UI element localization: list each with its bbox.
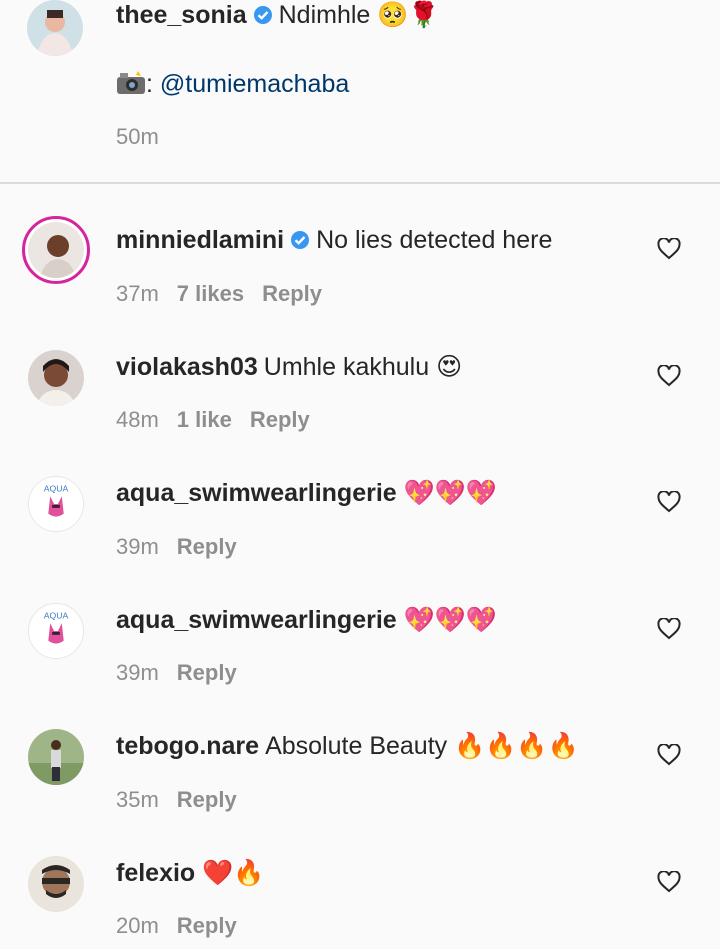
reply-button[interactable]: Reply [262, 281, 322, 306]
comment-username[interactable]: violakash03 [116, 353, 258, 381]
comment-text: Absolute Beauty [265, 732, 448, 760]
mention-link[interactable]: @tumiemachaba [160, 70, 349, 98]
comment-username[interactable]: aqua_swimwearlingerie [116, 606, 397, 634]
caption-meta: 50m [116, 124, 177, 150]
heart-icon[interactable] [657, 871, 681, 893]
comment-emojis: 💖💖💖 [403, 478, 498, 507]
comment-line: aqua_swimwearlingerie 💖💖💖 [116, 605, 497, 635]
camera-flash-icon [117, 71, 145, 94]
heart-icon[interactable] [657, 365, 681, 387]
timestamp: 37m [116, 281, 159, 306]
timestamp: 39m [116, 534, 159, 559]
comment-meta: 37m 7 likes Reply [116, 281, 340, 307]
heart-icon[interactable] [657, 491, 681, 513]
comment-text: Umhle kakhulu [263, 353, 430, 381]
comment-text: No lies detected here [316, 226, 553, 254]
comment-emojis: ❤️🔥 [202, 858, 265, 887]
reply-button[interactable]: Reply [177, 534, 237, 559]
avatar[interactable] [28, 729, 84, 785]
credit-separator: : [146, 70, 153, 98]
comment-username[interactable]: felexio [116, 859, 195, 887]
comment-emojis: 😍 [436, 352, 463, 381]
reply-button[interactable]: Reply [177, 787, 237, 812]
avatar[interactable] [27, 0, 83, 56]
timestamp: 39m [116, 660, 159, 685]
photo-credit: : @tumiemachaba [116, 69, 349, 99]
comment-meta: 39m Reply [116, 534, 255, 560]
comment-line: aqua_swimwearlingerie 💖💖💖 [116, 478, 497, 508]
comment-meta: 48m 1 like Reply [116, 407, 328, 433]
caption-emojis: 🥺🌹 [377, 0, 440, 29]
comment-meta: 20m Reply [116, 913, 255, 939]
heart-icon[interactable] [657, 744, 681, 766]
comment-line: violakash03 Umhle kakhulu 😍 [116, 352, 462, 382]
reply-button[interactable]: Reply [177, 913, 237, 938]
heart-icon[interactable] [657, 238, 681, 260]
comment-emojis: 💖💖💖 [403, 605, 498, 634]
reply-button[interactable]: Reply [177, 660, 237, 685]
comment-emojis: 🔥🔥🔥🔥 [454, 731, 579, 760]
timestamp: 48m [116, 407, 159, 432]
comment-username[interactable]: minniedlamini [116, 226, 284, 254]
aqua-logo-text: AQUA [44, 483, 69, 493]
avatar[interactable] [28, 856, 84, 912]
verified-badge-icon [253, 6, 272, 24]
like-count[interactable]: 1 like [177, 407, 232, 432]
aqua-logo-text: AQUA [44, 610, 69, 620]
like-count[interactable]: 7 likes [177, 281, 244, 306]
timestamp: 20m [116, 913, 159, 938]
avatar[interactable]: AQUA [28, 476, 84, 532]
comment-username[interactable]: aqua_swimwearlingerie [116, 479, 397, 507]
timestamp: 35m [116, 787, 159, 812]
comment-line: minniedlamini No lies detected here [116, 225, 552, 255]
avatar[interactable]: AQUA [28, 603, 84, 659]
comment-username[interactable]: tebogo.nare [116, 732, 259, 760]
comment-line: felexio ❤️🔥 [116, 858, 264, 888]
caption: thee_sonia Ndimhle 🥺🌹 : @tumiemachaba 50m [0, 0, 720, 182]
timestamp: 50m [116, 124, 159, 149]
comment-meta: 39m Reply [116, 660, 255, 686]
caption-text: Ndimhle [278, 1, 371, 29]
username[interactable]: thee_sonia [116, 1, 247, 29]
divider [0, 182, 720, 184]
verified-badge-icon [291, 231, 310, 249]
comment-line: tebogo.nare Absolute Beauty 🔥🔥🔥🔥 [116, 731, 579, 761]
avatar[interactable] [28, 350, 84, 406]
heart-icon[interactable] [657, 618, 681, 640]
reply-button[interactable]: Reply [250, 407, 310, 432]
avatar[interactable] [22, 216, 90, 284]
comment-meta: 35m Reply [116, 787, 255, 813]
caption-line: thee_sonia Ndimhle 🥺🌹 [116, 0, 440, 30]
